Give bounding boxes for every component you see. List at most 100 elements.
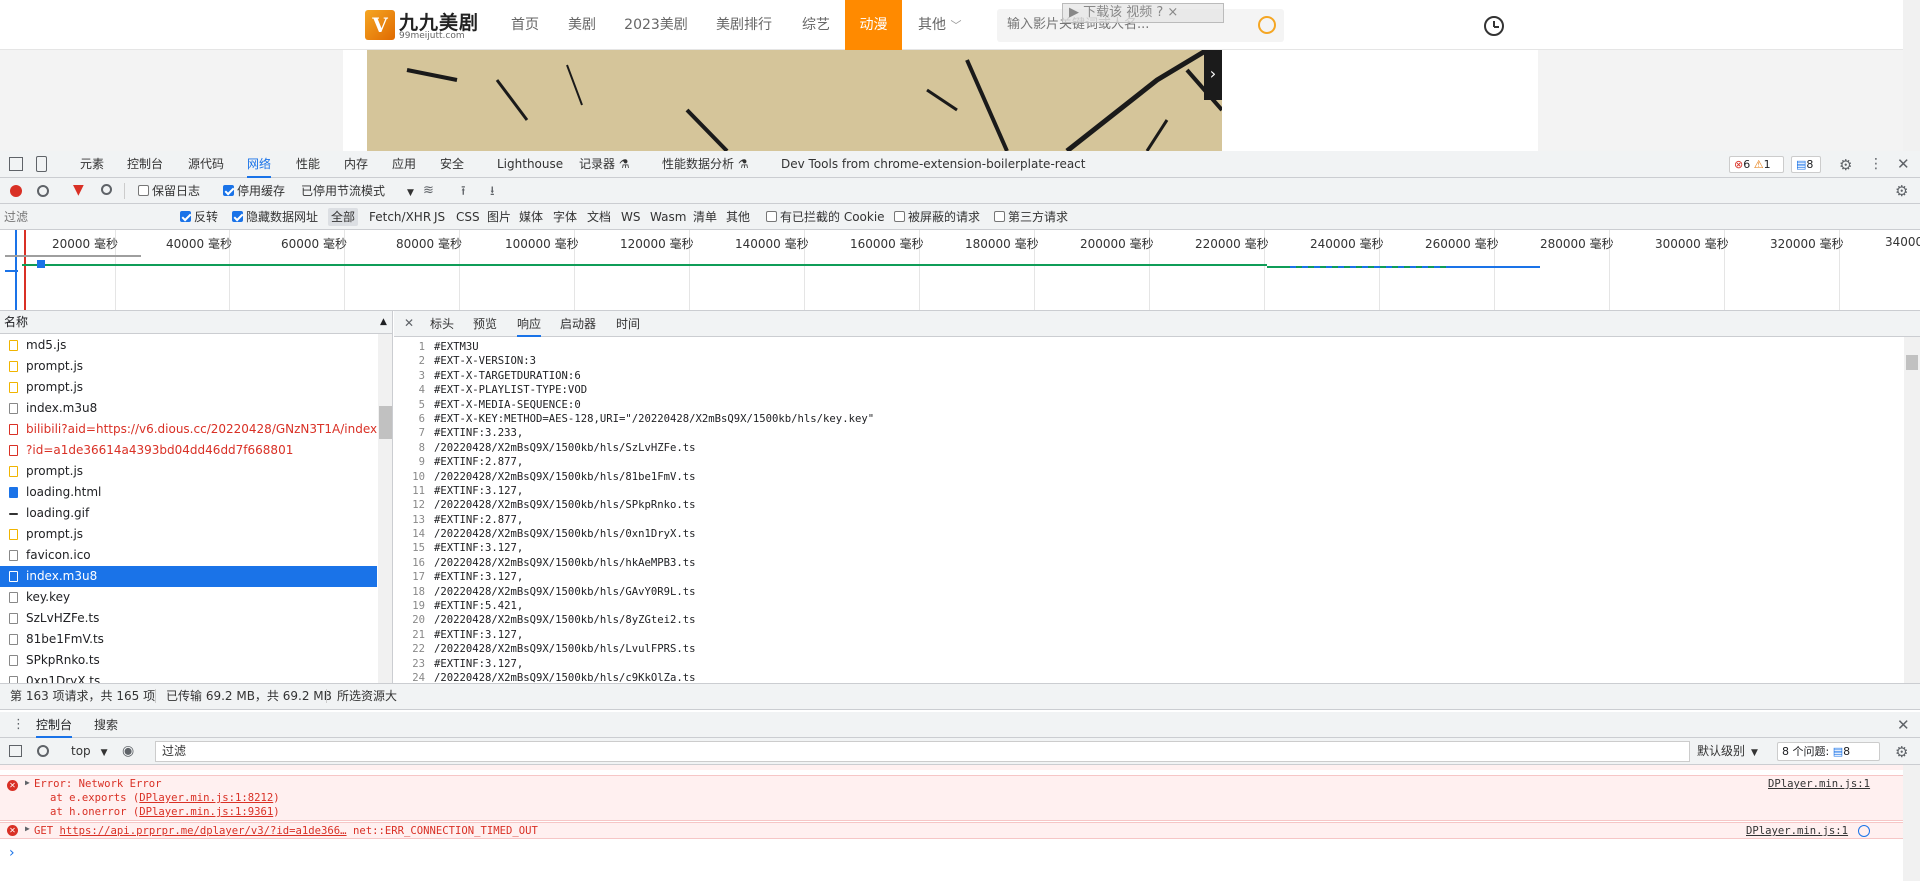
type-filter-ws[interactable]: WS — [621, 204, 640, 230]
invert-checkbox[interactable] — [180, 211, 191, 222]
record-icon[interactable] — [10, 185, 22, 197]
type-filter-font[interactable]: 字体 — [553, 204, 577, 230]
third-party-checkbox[interactable] — [994, 211, 1005, 222]
close-detail-icon[interactable]: ✕ — [404, 316, 414, 330]
drawer-menu-icon[interactable]: ⋮ — [12, 717, 25, 732]
search-icon[interactable] — [101, 184, 112, 195]
detail-tab-initiator[interactable]: 启动器 — [560, 311, 596, 337]
tab-security[interactable]: 安全 — [440, 151, 464, 178]
response-body[interactable]: 1 #EXTM3U 2 #EXT-X-VERSION:3 3 #EXT-X-TARGETD… — [394, 340, 1900, 683]
request-row[interactable]: prompt.js — [0, 356, 377, 377]
tab-performance-insights[interactable]: 性能数据分析 ⚗ — [662, 151, 749, 178]
request-row[interactable]: 81be1FmV.ts — [0, 629, 377, 650]
request-row[interactable]: prompt.js — [0, 377, 377, 398]
console-prompt[interactable]: › — [9, 845, 15, 861]
tab-memory[interactable]: 内存 — [344, 151, 368, 178]
nav-more[interactable]: 其他 ﹀ — [910, 0, 974, 50]
type-filter-fetch-xhr[interactable]: Fetch/XHR — [369, 204, 431, 230]
log-level-selector[interactable]: 默认级别 ▼ — [1697, 738, 1758, 765]
request-row[interactable]: 0xn1DryX.ts — [0, 671, 377, 683]
response-scroll-thumb[interactable] — [1906, 355, 1918, 370]
type-filter-other[interactable]: 其他 — [726, 204, 750, 230]
request-row[interactable]: ?id=a1de36614a4393bd04dd46dd7f668801 — [0, 440, 377, 461]
type-filter-css[interactable]: CSS — [456, 204, 480, 230]
error-source-link[interactable]: DPlayer.min.js:1 — [1768, 777, 1870, 791]
tab-application[interactable]: 应用 — [392, 151, 416, 178]
site-scrollbar[interactable] — [1903, 0, 1920, 151]
type-filter-js[interactable]: JS — [434, 204, 445, 230]
download-video-bar[interactable]: ▶ 下载该 视频 ? × — [1062, 3, 1224, 23]
nav-variety[interactable]: 综艺 — [792, 0, 840, 50]
close-devtools-icon[interactable]: ✕ — [1897, 155, 1910, 173]
network-conditions-icon[interactable]: ≋ — [423, 183, 434, 198]
type-filter-doc[interactable]: 文档 — [587, 204, 611, 230]
hide-data-urls-toggle[interactable]: 隐藏数据网址 — [232, 204, 318, 230]
network-settings-gear-icon[interactable]: ⚙ — [1895, 182, 1908, 200]
blocked-cookies-checkbox[interactable] — [766, 211, 777, 222]
tab-extension-devtools[interactable]: Dev Tools from chrome-extension-boilerpl… — [781, 151, 1085, 178]
filter-icon[interactable]: ▼ — [73, 182, 84, 198]
history-clock-icon[interactable] — [1484, 16, 1504, 36]
request-row[interactable]: key.key — [0, 587, 377, 608]
more-options-icon[interactable]: ⋮ — [1869, 156, 1883, 172]
nav-ranking[interactable]: 美剧排行 — [708, 0, 780, 50]
request-row[interactable]: SPkpRnko.ts — [0, 650, 377, 671]
nav-meiju[interactable]: 美剧 — [560, 0, 604, 50]
blocked-requests-toggle[interactable]: 被屏蔽的请求 — [894, 204, 980, 230]
site-logo[interactable]: V 九九美剧 99meijutt.com — [365, 8, 485, 42]
messages-counter[interactable]: ▤8 — [1791, 156, 1821, 173]
clear-console-icon[interactable] — [37, 745, 49, 757]
tab-sources[interactable]: 源代码 — [188, 151, 224, 178]
request-row[interactable]: prompt.js — [0, 461, 377, 482]
tab-console[interactable]: 控制台 — [127, 151, 163, 178]
nav-anime[interactable]: 动漫 — [845, 0, 902, 50]
request-row[interactable]: index.m3u8 — [0, 398, 377, 419]
close-drawer-icon[interactable]: ✕ — [1897, 716, 1910, 734]
console-issues-button[interactable]: 8 个问题: ▤8 — [1777, 742, 1880, 761]
error-source-link[interactable]: DPlayer.min.js:1 — [1746, 824, 1848, 838]
tab-network[interactable]: 网络 — [247, 151, 272, 178]
request-row[interactable]: index.m3u8 — [0, 566, 377, 587]
preserve-log-checkbox[interactable] — [138, 185, 149, 196]
issues-counter[interactable]: ⊗6 ⚠1 — [1729, 156, 1784, 173]
blocked-requests-checkbox[interactable] — [894, 211, 905, 222]
console-error-message[interactable]: ✕ ▶ Error: Network Error at e.exports (D… — [0, 775, 1903, 821]
network-overview-timeline[interactable]: 20000 毫秒 40000 毫秒 60000 毫秒 80000 毫秒 1000… — [0, 230, 1920, 311]
detail-tab-headers[interactable]: 标头 — [430, 311, 454, 337]
request-list-scrollbar[interactable] — [378, 334, 392, 683]
request-row[interactable]: prompt.js — [0, 524, 377, 545]
network-filter-input[interactable] — [4, 208, 166, 226]
request-list-scroll-thumb[interactable] — [379, 406, 392, 439]
expand-triangle-icon[interactable]: ▶ — [25, 824, 30, 833]
type-filter-img[interactable]: 图片 — [487, 204, 511, 230]
type-filter-media[interactable]: 媒体 — [519, 204, 543, 230]
console-sidebar-icon[interactable] — [9, 745, 22, 757]
nav-home[interactable]: 首页 — [500, 0, 550, 50]
type-filter-wasm[interactable]: Wasm — [650, 204, 686, 230]
type-filter-all[interactable]: 全部 — [328, 208, 359, 226]
tab-lighthouse[interactable]: Lighthouse — [497, 151, 563, 178]
clear-icon[interactable] — [37, 185, 49, 197]
third-party-toggle[interactable]: 第三方请求 — [994, 204, 1068, 230]
detail-tab-preview[interactable]: 预览 — [473, 311, 497, 337]
network-panel-link-icon[interactable] — [1858, 825, 1870, 837]
throttle-select[interactable]: 已停用节流模式 ▼ — [301, 178, 414, 204]
live-expression-eye-icon[interactable]: ◉ — [122, 743, 134, 759]
inspect-element-icon[interactable] — [9, 157, 23, 171]
response-scrollbar[interactable] — [1904, 337, 1920, 683]
expand-triangle-icon[interactable]: ▶ — [25, 778, 30, 787]
tab-elements[interactable]: 元素 — [80, 151, 104, 178]
drawer-tab-search[interactable]: 搜索 — [94, 712, 118, 738]
stack-frame-link[interactable]: DPlayer.min.js:1:8212 — [139, 792, 273, 804]
blocked-cookies-toggle[interactable]: 有已拦截的 Cookie — [766, 204, 885, 230]
import-har-icon[interactable]: ⭱ — [461, 182, 466, 204]
nav-meiju-2023[interactable]: 2023美剧 — [616, 0, 696, 50]
request-row[interactable]: SzLvHZFe.ts — [0, 608, 377, 629]
invert-toggle[interactable]: 反转 — [180, 204, 218, 230]
console-filter-input[interactable]: 过滤 — [155, 741, 1690, 762]
request-row[interactable]: loading.html — [0, 482, 377, 503]
request-row[interactable]: loading.gif — [0, 503, 377, 524]
export-har-icon[interactable]: ⭳ — [490, 182, 495, 204]
detail-tab-timing[interactable]: 时间 — [616, 311, 640, 337]
request-row[interactable]: md5.js — [0, 335, 377, 356]
